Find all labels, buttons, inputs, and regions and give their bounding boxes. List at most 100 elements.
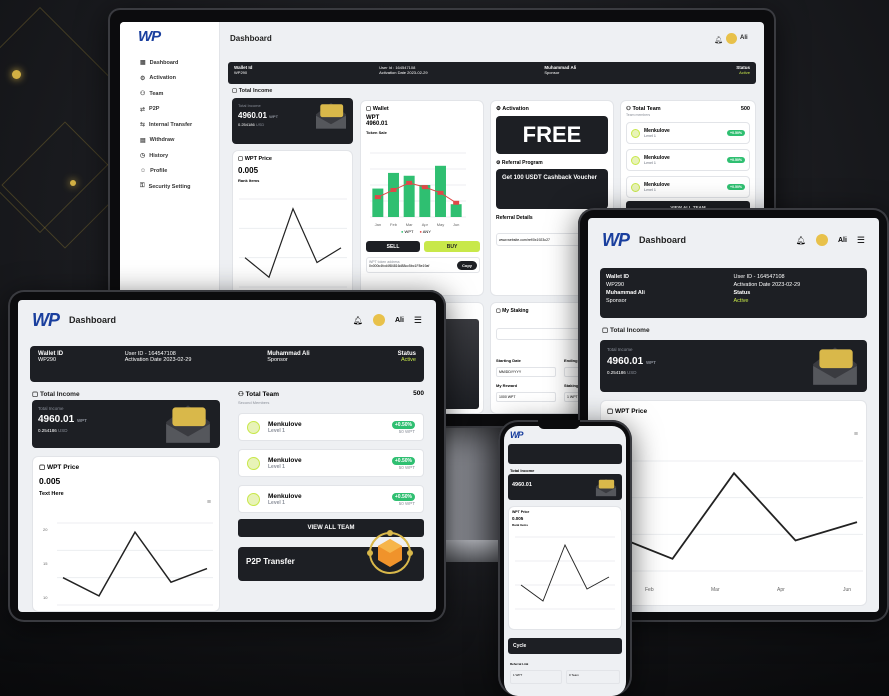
income-value: 4960.01 (38, 414, 75, 425)
decor-dot (12, 70, 21, 79)
team-sub: Team members (626, 113, 651, 117)
price-title: ▢ WPT Price (39, 464, 80, 471)
wallet-id: WP290 (606, 281, 625, 288)
brand-logo[interactable]: WP (510, 430, 523, 440)
gear-icon: ⚙ (140, 75, 146, 82)
avatar[interactable] (372, 314, 385, 326)
user-name: Ali (394, 316, 404, 324)
start-date-label: Starting Date (496, 358, 521, 363)
sidebar-item-security-setting[interactable]: ⚿ Security Setting (120, 179, 219, 195)
page-title: Dashboard (69, 315, 117, 325)
price-series-line (520, 543, 610, 602)
member-level: Level 1 (644, 161, 656, 165)
price-card: WPT Price 0.005 Rank Items (508, 506, 622, 630)
sidebar-item-dashboard[interactable]: ▦ Dashboard (120, 55, 219, 71)
sidebar-item-label: Profile (150, 168, 168, 175)
bar-jun (450, 204, 462, 217)
p2p-title: P2P Transfer (246, 557, 295, 566)
avatar[interactable] (815, 234, 828, 246)
bell-icon[interactable]: 🔔︎ (353, 316, 363, 325)
x-tick-label: May (437, 222, 445, 227)
buy-button[interactable]: BUY (424, 241, 480, 252)
phone-notch (538, 420, 580, 429)
team-list: Menkulove Level 1 +0.50% Menkulove Level 1 +0… (626, 122, 750, 198)
account-info-bar: Wallet Id WP290 User Id : 164547108 Activa… (228, 62, 756, 84)
team-title: ⚇ Total Team (238, 391, 279, 398)
gold-card-icon (595, 478, 617, 497)
brand-logo[interactable]: WP (602, 230, 630, 251)
member-level: Level 1 (268, 499, 285, 506)
member-badge: +0.50% (391, 456, 415, 465)
menu-icon[interactable]: ☰ (857, 235, 865, 246)
menu-icon[interactable]: ☰ (414, 315, 422, 326)
team-member[interactable]: Menkulove Level 1 +0.50% (626, 149, 750, 171)
member-badge: +0.50% (391, 492, 415, 501)
income-usd: 0.254186 (238, 122, 255, 127)
sidebar-item-history[interactable]: ◷ History (120, 148, 219, 164)
free-badge[interactable]: FREE (496, 116, 608, 154)
x-tick-label: Feb (645, 587, 654, 593)
sell-button[interactable]: SELL (366, 241, 420, 252)
user-name: Ali (740, 35, 748, 41)
start-date-input[interactable]: MM/DD/YYYY (496, 367, 556, 377)
price-chart-title: Rank Items (238, 178, 260, 183)
p2p-transfer-card[interactable]: P2P Transfer (238, 530, 424, 581)
reward-label: My Reward (496, 383, 518, 388)
team-member[interactable]: Menkulove Level 1 +0.50% 50 WPT (238, 449, 424, 477)
copy-button[interactable]: Copy (457, 261, 477, 270)
sidebar-item-label: Dashboard (149, 59, 179, 66)
team-member[interactable]: Menkulove Level 1 +0.50% 50 WPT (238, 413, 424, 441)
cycle-card[interactable]: Cycle (508, 638, 622, 654)
bell-icon[interactable]: 🔔︎ (714, 36, 723, 44)
bell-icon[interactable]: 🔔︎ (796, 236, 806, 245)
referral-banner[interactable]: Get 100 USDT Cashback Voucher (496, 169, 608, 209)
user-role: Sponsor (544, 70, 560, 75)
user-fullname: Muhammad Ali (606, 289, 645, 296)
activation-title: ⚙ Activation (496, 106, 529, 112)
member-level: Level 1 (644, 134, 656, 138)
x-tick-label: Mar (711, 587, 720, 593)
income-card: 4960.01 (508, 474, 622, 500)
team-member[interactable]: Menkulove Level 1 +0.50% (626, 122, 750, 144)
sidebar-item-label: Team (149, 90, 164, 97)
sidebar-item-activation[interactable]: ⚙ Activation (120, 71, 219, 87)
bar-jan (372, 188, 384, 217)
team-section: ⚇ Total Team 500 Second Members Menkulov… (238, 390, 424, 612)
sidebar-item-internal-transfer[interactable]: ⇆ Internal Transfer (120, 117, 219, 133)
member-sub: 50 WPT (398, 428, 415, 434)
chart-legend: ● WPT ● ANY (401, 229, 431, 234)
page-title: Dashboard (230, 34, 272, 43)
status-label: Status (733, 289, 751, 296)
sidebar-item-withdraw[interactable]: ▤ Withdraw (120, 133, 219, 149)
price-title: ▢ WPT Price (607, 408, 648, 415)
price-card: ▢ WPT Price 05 ere ≡ Feb Mar Apr Jun (600, 400, 867, 606)
sidebar-item-p2p[interactable]: ⇄ P2P (120, 102, 219, 118)
member-avatar (247, 492, 260, 506)
avatar[interactable] (726, 33, 737, 44)
user-icon: ☺ (140, 168, 147, 175)
section-title: ▢ Total Income (32, 391, 80, 398)
phone-stat-b: 0 Team (566, 670, 620, 684)
user-id: User ID - 164547108 (733, 274, 785, 280)
team-list: Menkulove Level 1 +0.50% 50 WPT Menkulove Lev… (238, 413, 424, 513)
brand-logo[interactable]: WP (32, 310, 60, 331)
member-sub: 50 WPT (398, 464, 415, 470)
member-avatar (631, 155, 640, 165)
status-badge: Active (739, 70, 750, 75)
status-badge: Active (733, 297, 749, 304)
team-member[interactable]: Menkulove Level 1 +0.50% (626, 176, 750, 198)
menu-icon[interactable]: ≡ (854, 431, 858, 438)
wallet-icon: ▤ (140, 137, 146, 144)
price-line-chart (239, 198, 347, 288)
status-badge: Active (401, 357, 416, 363)
team-card: ⚇ Total Team 500 Team members Menkulove L… (620, 100, 756, 220)
team-member[interactable]: Menkulove Level 1 +0.50% 50 WPT (238, 485, 424, 513)
y-tick: 10 (43, 595, 48, 600)
brand-logo[interactable]: WP (120, 22, 219, 51)
member-name: Menkulove (268, 456, 302, 464)
sidebar-item-team[interactable]: ⚇ Team (120, 86, 219, 102)
sidebar-item-profile[interactable]: ☺ Profile (120, 164, 219, 180)
menu-icon[interactable]: ≡ (207, 499, 211, 506)
user-role: Sponsor (267, 357, 288, 363)
activation-date: Activation Date 2023-02-29 (124, 357, 192, 363)
